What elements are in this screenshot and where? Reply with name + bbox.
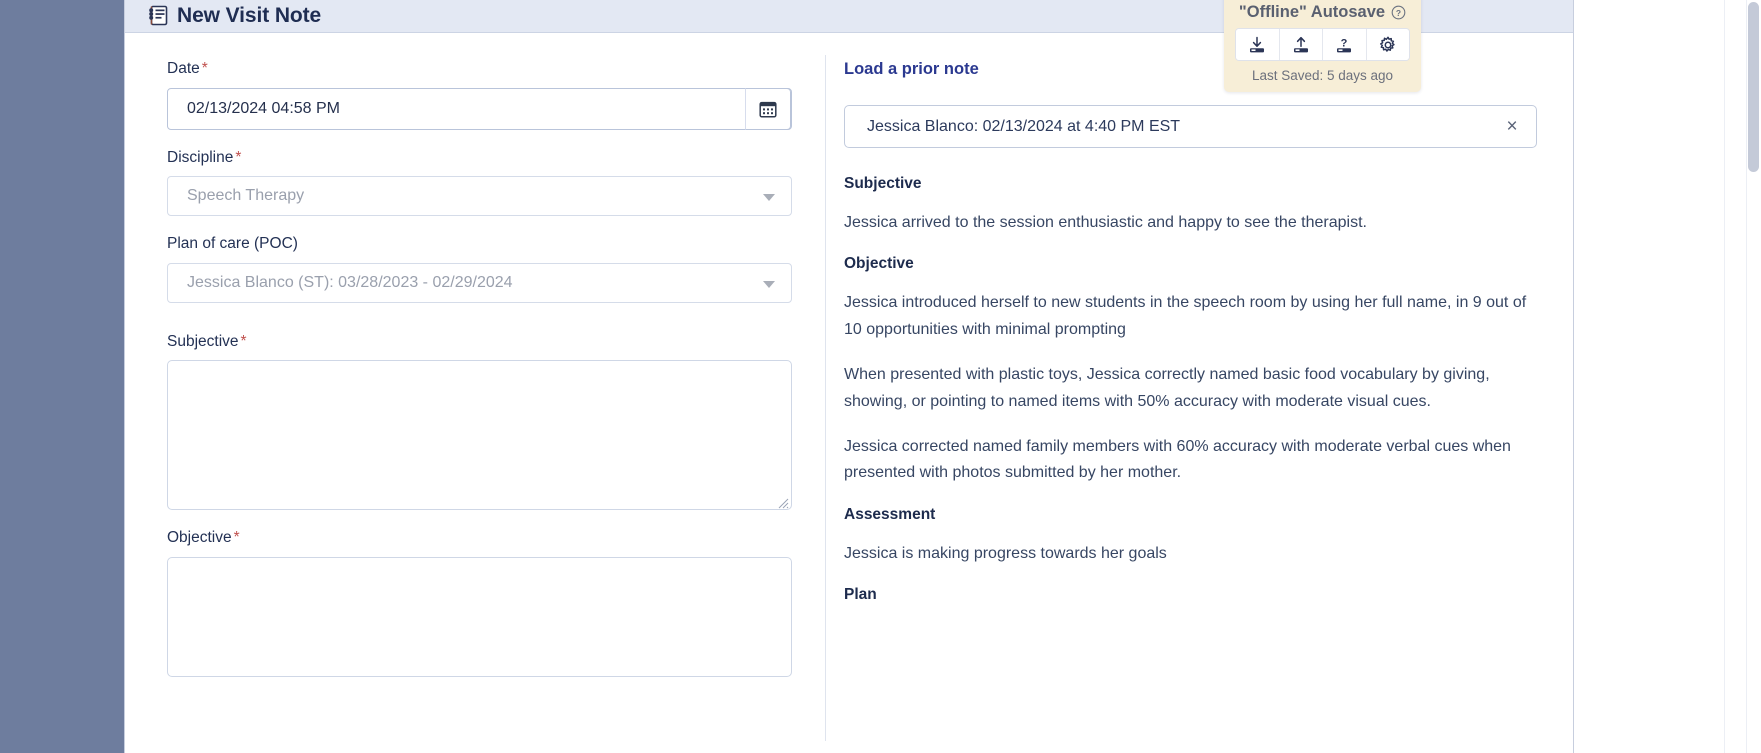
autosave-status: Last Saved: 5 days ago	[1251, 68, 1394, 83]
date-input[interactable]: 02/13/2024 04:58 PM	[167, 87, 792, 130]
field-poc: Plan of care (POC) Jessica Blanco (ST): …	[167, 235, 792, 303]
dialog-title-wrap: New Visit Note	[147, 4, 321, 28]
poc-value: Jessica Blanco (ST): 03/28/2023 - 02/29/…	[187, 273, 513, 291]
section-paragraph: Jessica corrected named family members w…	[844, 437, 1511, 482]
discipline-select[interactable]: Speech Therapy	[167, 176, 792, 217]
upload-save-icon[interactable]	[1279, 29, 1323, 60]
prior-note-column: Load a prior note Jessica Blanco: 02/13/…	[826, 33, 1573, 753]
close-icon[interactable]: ×	[1500, 115, 1524, 139]
objective-textarea[interactable]	[167, 556, 792, 677]
scrollbar-thumb[interactable]	[1748, 2, 1759, 172]
dialog-body: Date * 02/13/2024 04:58 PM Discipline * …	[125, 33, 1573, 753]
page-right-area	[1574, 0, 1761, 753]
gear-icon[interactable]	[1366, 29, 1409, 60]
date-value: 02/13/2024 04:58 PM	[187, 99, 341, 117]
prior-note-content: Subjective Jessica arrived to the sessio…	[844, 175, 1537, 604]
page-title: New Visit Note	[177, 4, 322, 27]
subjective-label: Subjective *	[167, 332, 247, 350]
required-marker: *	[201, 60, 208, 77]
autosave-button-group: ?	[1235, 28, 1410, 61]
subjective-textarea[interactable]	[167, 360, 792, 511]
prior-note-chip-label: Jessica Blanco: 02/13/2024 at 4:40 PM ES…	[867, 117, 1181, 135]
field-date: Date * 02/13/2024 04:58 PM	[167, 60, 792, 130]
section-heading-plan: Plan	[844, 586, 877, 604]
section-paragraph: Jessica is making progress towards her g…	[844, 544, 1167, 562]
autosave-title: "Offline" Autosave ?	[1235, 3, 1410, 22]
section-paragraph: Jessica introduced herself to new studen…	[844, 294, 1527, 338]
section-paragraph: Jessica arrived to the session enthusias…	[844, 214, 1367, 231]
prior-note-chip[interactable]: Jessica Blanco: 02/13/2024 at 4:40 PM ES…	[844, 105, 1537, 148]
calendar-icon[interactable]	[745, 87, 791, 130]
section-paragraph: When presented with plastic toys, Jessic…	[844, 366, 1490, 410]
app-screen: New Visit Note Date * 02/13/2024 04:58 PM	[0, 0, 1761, 753]
resize-handle-icon[interactable]	[778, 496, 789, 509]
chevron-down-icon	[763, 194, 775, 202]
load-prior-note-link[interactable]: Load a prior note	[844, 60, 979, 79]
section-heading-subjective: Subjective	[844, 175, 922, 192]
field-objective: Objective *	[167, 529, 792, 677]
offline-autosave-panel: "Offline" Autosave ? ? Last Saved: 5 day…	[1224, 0, 1421, 92]
notes-list-icon	[147, 5, 168, 27]
section-heading-objective: Objective	[844, 255, 914, 273]
required-marker: *	[235, 148, 242, 166]
discipline-value: Speech Therapy	[187, 187, 305, 205]
chevron-down-icon	[763, 280, 775, 288]
discipline-label: Discipline *	[167, 148, 242, 166]
poc-label: Plan of care (POC)	[167, 235, 298, 253]
date-label: Date *	[167, 60, 208, 77]
objective-label: Objective *	[167, 529, 240, 547]
svg-text:?: ?	[1341, 37, 1348, 49]
note-form-column: Date * 02/13/2024 04:58 PM Discipline * …	[125, 33, 825, 753]
section-heading-assessment: Assessment	[844, 505, 936, 523]
required-marker: *	[233, 529, 240, 547]
field-discipline: Discipline * Speech Therapy	[167, 149, 792, 217]
scroll-divider	[1724, 0, 1725, 753]
svg-text:?: ?	[1396, 8, 1401, 18]
question-save-icon[interactable]: ?	[1323, 29, 1367, 60]
download-save-icon[interactable]	[1236, 29, 1280, 60]
autosave-title-text: "Offline" Autosave	[1238, 3, 1386, 21]
question-circle-icon[interactable]: ?	[1391, 5, 1406, 20]
new-visit-note-dialog: New Visit Note Date * 02/13/2024 04:58 PM	[124, 0, 1574, 753]
modal-backdrop-left	[0, 0, 124, 753]
required-marker: *	[240, 332, 247, 350]
poc-select[interactable]: Jessica Blanco (ST): 03/28/2023 - 02/29/…	[167, 262, 792, 303]
field-subjective: Subjective *	[167, 333, 792, 511]
page-scrollbar[interactable]	[1746, 0, 1761, 753]
